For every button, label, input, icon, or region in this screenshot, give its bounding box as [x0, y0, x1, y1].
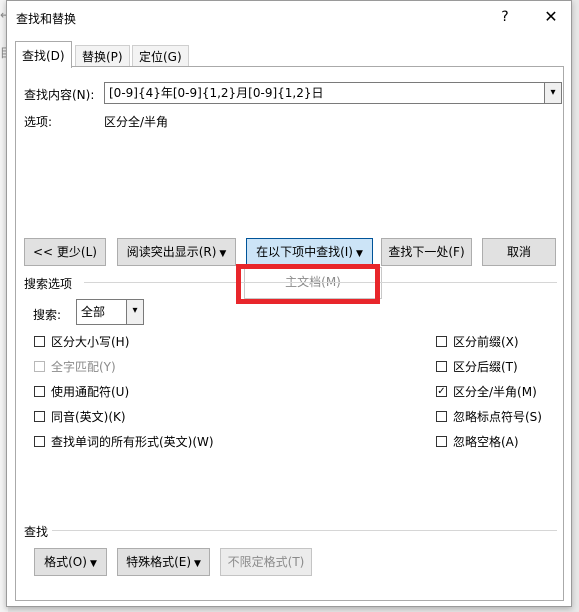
- find-what-input[interactable]: [0-9]{4}年[0-9]{1,2}月[0-9]{1,2}日: [104, 82, 545, 104]
- search-options-divider: [84, 282, 557, 283]
- checkmark-icon: ✓: [437, 386, 446, 397]
- all-word-forms-label: 查找单词的所有形式(英文)(W): [51, 435, 214, 449]
- search-direction-select[interactable]: 全部 ▾: [76, 299, 144, 325]
- checkbox-box: [436, 336, 447, 347]
- less-button[interactable]: << 更少(L): [24, 238, 106, 266]
- find-section-divider: [52, 530, 557, 531]
- find-in-button[interactable]: 在以下项中查找(I) ▼: [246, 238, 373, 266]
- find-next-button[interactable]: 查找下一处(F): [381, 238, 472, 266]
- match-case-label: 区分大小写(H): [51, 335, 130, 349]
- checkbox-box: [34, 436, 45, 447]
- ignore-punctuation-label: 忽略标点符号(S): [453, 410, 542, 424]
- format-button[interactable]: 格式(O) ▼: [34, 548, 107, 576]
- whole-word-label: 全字匹配(Y): [51, 360, 116, 374]
- caret-down-icon: ▼: [194, 559, 201, 569]
- help-icon[interactable]: ?: [492, 6, 518, 28]
- search-direction-value: 全部: [81, 305, 106, 319]
- match-width-label: 区分全/半角(M): [453, 385, 537, 399]
- options-value: 区分全/半角: [104, 115, 169, 129]
- checkbox-box: [34, 336, 45, 347]
- chevron-down-icon: ▾: [126, 300, 143, 324]
- match-suffix-label: 区分后缀(T): [453, 360, 518, 374]
- match-prefix-label: 区分前缀(X): [453, 335, 519, 349]
- checkbox-box: [436, 436, 447, 447]
- checkbox-box: [34, 361, 45, 372]
- tab-goto[interactable]: 定位(G): [132, 45, 189, 68]
- reading-highlight-label: 阅读突出显示(R): [126, 245, 217, 259]
- special-label: 特殊格式(E): [126, 555, 192, 569]
- chevron-down-icon: ▾: [550, 87, 556, 98]
- search-options-label: 搜索选项: [24, 277, 73, 291]
- find-history-dropdown-button[interactable]: ▾: [544, 82, 562, 104]
- caret-down-icon: ▼: [89, 559, 97, 569]
- checkbox-box: ✓: [436, 386, 447, 397]
- tab-replace[interactable]: 替换(P): [75, 45, 130, 68]
- close-icon[interactable]: ✕: [538, 6, 564, 28]
- cancel-button[interactable]: 取消: [482, 238, 556, 266]
- checkbox-box: [34, 411, 45, 422]
- find-section-label: 查找: [24, 525, 49, 539]
- format-label: 格式(O): [44, 555, 87, 569]
- special-button[interactable]: 特殊格式(E) ▼: [117, 548, 210, 576]
- find-what-label: 查找内容(N):: [24, 88, 95, 102]
- caret-down-icon: ▼: [355, 249, 363, 259]
- find-in-dropdown-menu: 主文档(M): [244, 267, 382, 299]
- reading-highlight-button[interactable]: 阅读突出显示(R) ▼: [117, 238, 236, 266]
- dialog-title: 查找和替换: [16, 12, 77, 26]
- tab-find[interactable]: 查找(D): [15, 41, 72, 68]
- options-label: 选项:: [24, 115, 53, 129]
- no-formatting-button[interactable]: 不限定格式(T): [220, 548, 312, 576]
- find-in-label: 在以下项中查找(I): [256, 245, 353, 259]
- find-replace-dialog: 查找和替换 ? ✕ 查找(D) 替换(P) 定位(G) 查找内容(N): [0-…: [6, 0, 572, 607]
- ignore-whitespace-label: 忽略空格(A): [453, 435, 519, 449]
- checkbox-box: [436, 361, 447, 372]
- checkbox-box: [34, 386, 45, 397]
- use-wildcards-label: 使用通配符(U): [51, 385, 130, 399]
- find-tab-panel: 查找内容(N): [0-9]{4}年[0-9]{1,2}月[0-9]{1,2}日…: [15, 66, 564, 601]
- checkbox-box: [436, 411, 447, 422]
- search-direction-label: 搜索:: [33, 308, 62, 322]
- sounds-like-label: 同音(英文)(K): [51, 410, 126, 424]
- title-bar: 查找和替换 ? ✕: [7, 1, 571, 33]
- caret-down-icon: ▼: [219, 249, 227, 259]
